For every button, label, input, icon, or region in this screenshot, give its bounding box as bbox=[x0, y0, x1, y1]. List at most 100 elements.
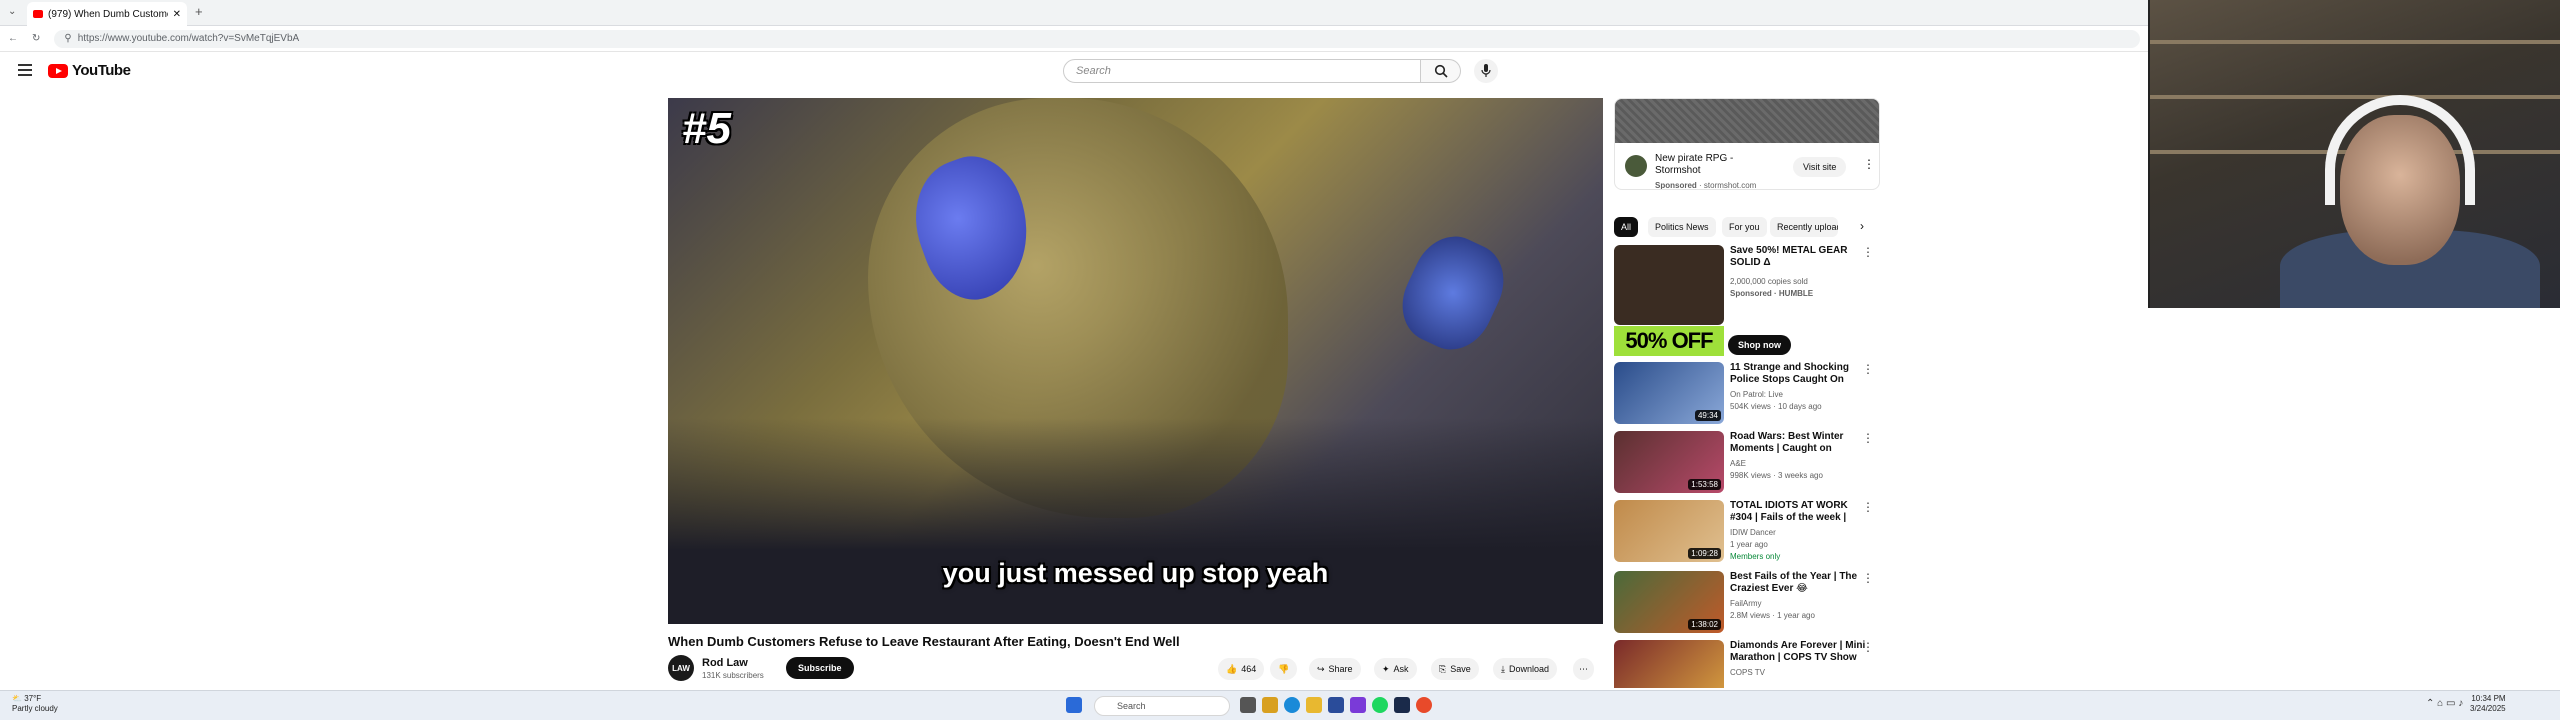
recommendation-meta: 2.8M views · 1 year ago bbox=[1730, 611, 1815, 620]
more-options-icon[interactable]: ⋮ bbox=[1862, 571, 1874, 585]
video-thumbnail[interactable]: 1:53:58 bbox=[1614, 431, 1724, 493]
sponsored-ad-card[interactable]: New pirate RPG - Stormshot Sponsored · s… bbox=[1614, 98, 1880, 190]
url-field[interactable]: ⚲ https://www.youtube.com/watch?v=SvMeTq… bbox=[54, 29, 2140, 48]
channel-avatar[interactable]: LAW bbox=[668, 655, 694, 681]
download-label: Download bbox=[1508, 664, 1550, 674]
recommendation-title[interactable]: Diamonds Are Forever | Mini Marathon | C… bbox=[1730, 640, 1866, 664]
video-thumbnail[interactable]: 1:38:02 bbox=[1614, 571, 1724, 633]
search-icon bbox=[1434, 64, 1448, 78]
chip-for-you[interactable]: For you bbox=[1722, 217, 1767, 237]
start-menu-icon[interactable] bbox=[1066, 697, 1082, 713]
voice-search-button[interactable] bbox=[1474, 59, 1498, 83]
video-player[interactable]: #5 you just messed up stop yeah bbox=[668, 98, 1603, 624]
ask-label: Ask bbox=[1393, 664, 1409, 674]
channel-name[interactable]: Rod Law bbox=[702, 657, 748, 669]
like-count: 464 bbox=[1241, 664, 1257, 674]
video-thumbnail[interactable] bbox=[1614, 245, 1724, 325]
recommendation-item[interactable]: 49:34 11 Strange and Shocking Police Sto… bbox=[1614, 362, 1880, 426]
duration-badge: 1:53:58 bbox=[1688, 479, 1721, 490]
widgets-icon[interactable] bbox=[1262, 697, 1278, 713]
recommendation-item[interactable]: 1:38:02 Best Fails of the Year | The Cra… bbox=[1614, 571, 1880, 635]
video-thumbnail[interactable] bbox=[1614, 640, 1724, 688]
recommendation-title[interactable]: TOTAL IDIOTS AT WORK #304 | Fails of the… bbox=[1730, 500, 1866, 524]
youtube-logo[interactable]: YouTube bbox=[48, 62, 131, 79]
more-options-icon[interactable]: ⋮ bbox=[1862, 362, 1874, 376]
weather-widget[interactable]: ⛅ 37°F Partly cloudy bbox=[12, 694, 58, 714]
new-tab-button[interactable]: + bbox=[195, 4, 203, 19]
close-tab-icon[interactable]: ✕ bbox=[173, 9, 181, 20]
recommendation-channel[interactable]: A&E bbox=[1730, 459, 1746, 468]
more-options-icon[interactable]: ⋮ bbox=[1862, 500, 1874, 514]
like-button[interactable]: 👍 464 bbox=[1218, 658, 1265, 680]
steam-icon[interactable] bbox=[1394, 697, 1410, 713]
edge-browser-icon[interactable] bbox=[1284, 697, 1300, 713]
chip-recently-uploaded[interactable]: Recently uploaded bbox=[1770, 217, 1838, 237]
recommendation-channel[interactable]: FailArmy bbox=[1730, 599, 1762, 608]
more-options-icon[interactable]: ⋮ bbox=[1862, 431, 1874, 445]
app-icon[interactable] bbox=[1350, 697, 1366, 713]
subscribe-button[interactable]: Subscribe bbox=[786, 657, 854, 679]
recommendation-item[interactable]: 1:53:58 Road Wars: Best Winter Moments |… bbox=[1614, 431, 1880, 495]
task-view-icon[interactable] bbox=[1240, 697, 1256, 713]
weather-icon: ⛅ bbox=[12, 694, 22, 703]
more-options-icon[interactable]: ⋮ bbox=[1862, 640, 1874, 654]
search-input[interactable]: Search bbox=[1063, 59, 1421, 83]
tab-list-icon[interactable]: ⌄ bbox=[8, 6, 16, 17]
recommendation-channel[interactable]: COPS TV bbox=[1730, 668, 1765, 677]
ad-title[interactable]: New pirate RPG - Stormshot bbox=[1655, 153, 1745, 177]
headphones-icon bbox=[2325, 95, 2475, 205]
taskbar-search[interactable]: Search bbox=[1094, 696, 1230, 716]
search-button[interactable] bbox=[1421, 59, 1461, 83]
reload-icon[interactable]: ↻ bbox=[32, 33, 40, 44]
filter-chips: All Politics News For you Recently uploa… bbox=[1614, 217, 1880, 237]
save-button[interactable]: ⎘ Save bbox=[1431, 658, 1479, 680]
recommendation-title[interactable]: Save 50%! METAL GEAR SOLID Δ bbox=[1730, 245, 1866, 269]
weather-desc: Partly cloudy bbox=[12, 704, 58, 713]
back-icon[interactable]: ← bbox=[8, 33, 18, 44]
share-button[interactable]: ↪ Share bbox=[1309, 658, 1361, 680]
system-tray-icons[interactable]: ⌃ ⌂ ▭ ♪ bbox=[2426, 698, 2463, 709]
ad-sponsored-line: Sponsored · stormshot.com bbox=[1655, 181, 1757, 190]
dislike-button[interactable]: 👎 bbox=[1270, 658, 1298, 680]
subscriber-count: 131K subscribers bbox=[702, 671, 764, 680]
recommendation-item[interactable]: 1:09:28 TOTAL IDIOTS AT WORK #304 | Fail… bbox=[1614, 500, 1880, 564]
more-actions-button[interactable]: ⋯ bbox=[1573, 658, 1594, 680]
weather-temp: 37°F bbox=[24, 694, 42, 703]
recommendation-item[interactable]: Diamonds Are Forever | Mini Marathon | C… bbox=[1614, 640, 1880, 688]
recommendation-title[interactable]: Best Fails of the Year | The Craziest Ev… bbox=[1730, 571, 1866, 595]
share-label: Share bbox=[1328, 664, 1353, 674]
download-button[interactable]: ⤓ Download bbox=[1493, 658, 1558, 680]
shop-now-button[interactable]: Shop now bbox=[1728, 335, 1791, 355]
recommendation-title[interactable]: Road Wars: Best Winter Moments | Caught … bbox=[1730, 431, 1866, 455]
sparkle-icon: ✦ bbox=[1382, 663, 1390, 674]
more-options-icon[interactable]: ⋮ bbox=[1862, 245, 1874, 259]
video-thumbnail[interactable]: 1:09:28 bbox=[1614, 500, 1724, 562]
thumbs-down-icon: 👎 bbox=[1278, 663, 1290, 674]
recommendation-channel[interactable]: IDIW Dancer bbox=[1730, 528, 1776, 537]
menu-icon[interactable] bbox=[18, 64, 32, 76]
ad-banner-image bbox=[1615, 99, 1879, 143]
chrome-icon[interactable] bbox=[1416, 697, 1432, 713]
download-icon: ⤓ bbox=[1501, 663, 1505, 674]
tab-title: (979) When Dumb Customers bbox=[48, 8, 168, 20]
recommendation-channel[interactable]: On Patrol: Live bbox=[1730, 390, 1783, 399]
recommendation-title[interactable]: 11 Strange and Shocking Police Stops Cau… bbox=[1730, 362, 1866, 386]
visit-site-button[interactable]: Visit site bbox=[1793, 157, 1847, 177]
ad-more-icon[interactable]: ⋮ bbox=[1863, 157, 1875, 171]
chip-politics-news[interactable]: Politics News bbox=[1648, 217, 1716, 237]
microphone-icon bbox=[1481, 64, 1491, 77]
bookmark-icon: ⎘ bbox=[1439, 663, 1447, 674]
webcam-overlay bbox=[2148, 0, 2560, 308]
video-frame-shadow bbox=[668, 418, 1603, 624]
video-thumbnail[interactable]: 49:34 bbox=[1614, 362, 1724, 424]
store-icon[interactable] bbox=[1328, 697, 1344, 713]
chip-all[interactable]: All bbox=[1614, 217, 1639, 237]
taskbar-clock[interactable]: 10:34 PM 3/24/2025 bbox=[2470, 694, 2506, 714]
ask-button[interactable]: ✦ Ask bbox=[1374, 658, 1417, 680]
site-info-icon[interactable]: ⚲ bbox=[64, 33, 71, 44]
logo-text: YouTube bbox=[72, 62, 131, 79]
chevron-right-icon[interactable]: › bbox=[1860, 219, 1864, 233]
file-explorer-icon[interactable] bbox=[1306, 697, 1322, 713]
spotify-icon[interactable] bbox=[1372, 697, 1388, 713]
browser-tab[interactable]: (979) When Dumb Customers ✕ bbox=[27, 2, 187, 26]
